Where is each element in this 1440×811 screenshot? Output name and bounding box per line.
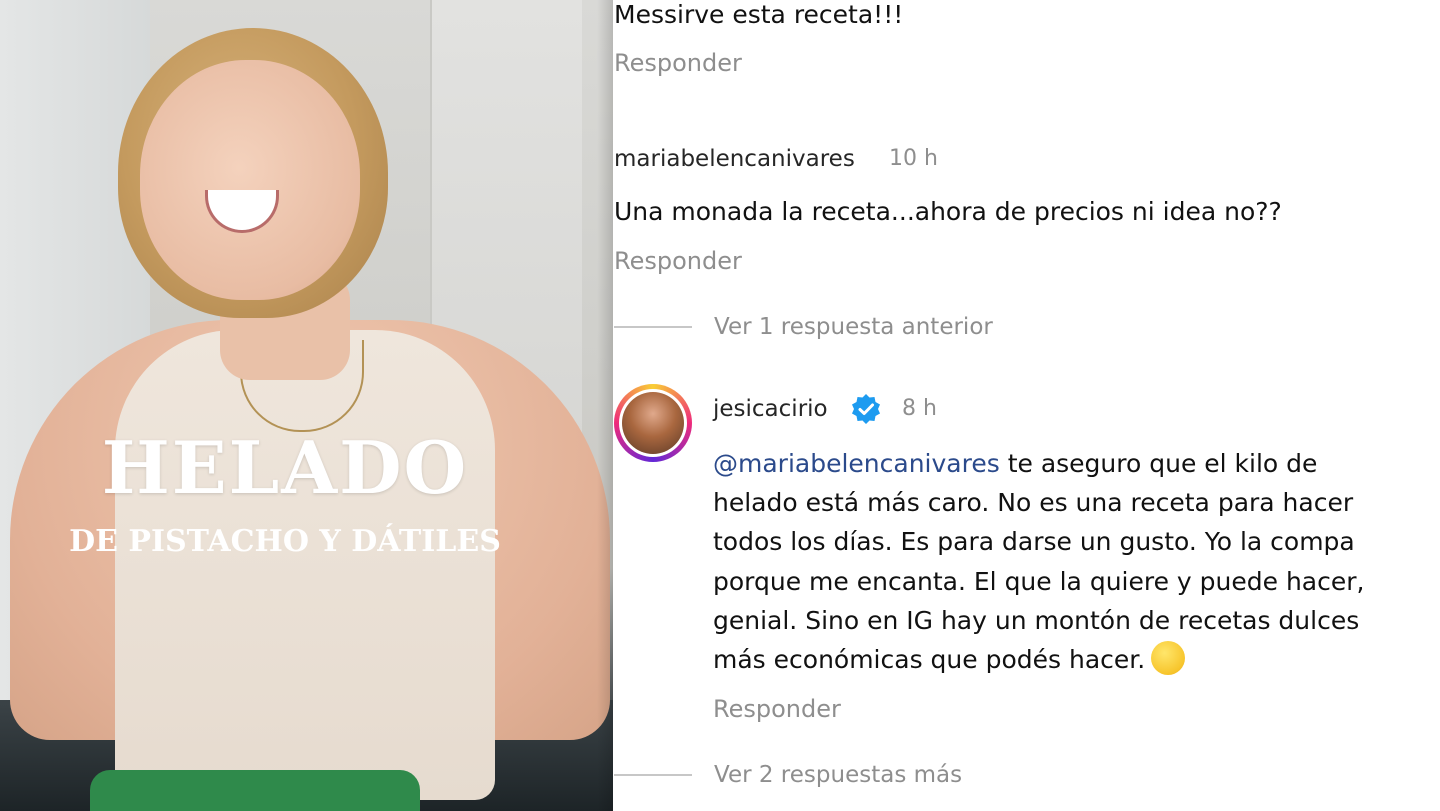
comments-panel: Messirve esta receta!!! Responder mariab… (613, 0, 1440, 811)
view-more-replies-button[interactable]: Ver 2 respuestas más (614, 762, 962, 788)
thread-line (614, 774, 692, 776)
reply-line-3: todos los días. Es para darse un gusto. … (713, 527, 1355, 557)
verified-badge-icon (852, 394, 880, 424)
view-previous-replies-button[interactable]: Ver 1 respuesta anterior (614, 314, 993, 340)
recipe-photo: HELADO DE PISTACHO Y DÁTILES (0, 0, 613, 811)
photo-green-garment (90, 770, 420, 811)
photo-subtitle: DE PISTACHO Y DÁTILES (69, 524, 501, 559)
reply-line-6: más económicas que podés hacer. (713, 640, 1440, 679)
comment-timestamp: 10 h (889, 146, 938, 171)
comment-text: Una monada la receta...ahora de precios … (614, 197, 1282, 226)
avatar-photo (622, 392, 684, 454)
reply-timestamp: 8 h (902, 396, 937, 421)
reply-line-4: porque me encanta. El que la quiere y pu… (713, 566, 1365, 596)
wink-emoji-icon (1151, 641, 1186, 676)
mention-link[interactable]: @mariabelencanivares (713, 449, 1000, 478)
thread-line (614, 326, 692, 328)
avatar[interactable] (614, 384, 692, 462)
top-comment-reply-button[interactable]: Responder (614, 50, 742, 76)
view-more-replies-label: Ver 2 respuestas más (714, 762, 963, 788)
reply-line-5: genial. Sino en IG hay un montón de rece… (713, 605, 1360, 635)
reply-line-1: @mariabelencanivares te aseguro que el k… (713, 449, 1318, 478)
reply-line-2: helado está más caro. No es una receta p… (713, 488, 1354, 518)
reply-text: @mariabelencanivares te aseguro que el k… (713, 444, 1440, 679)
top-comment-text: Messirve esta receta!!! (614, 0, 904, 29)
comment-username[interactable]: mariabelencanivares (614, 146, 855, 172)
photo-person-face (140, 60, 360, 300)
photo-title: HELADO (101, 425, 469, 510)
panel-divider (597, 0, 613, 811)
comment-reply-button[interactable]: Responder (614, 248, 742, 274)
reply-username[interactable]: jesicacirio (713, 396, 828, 422)
view-previous-replies-label: Ver 1 respuesta anterior (714, 314, 993, 340)
reply-reply-button[interactable]: Responder (713, 696, 841, 722)
